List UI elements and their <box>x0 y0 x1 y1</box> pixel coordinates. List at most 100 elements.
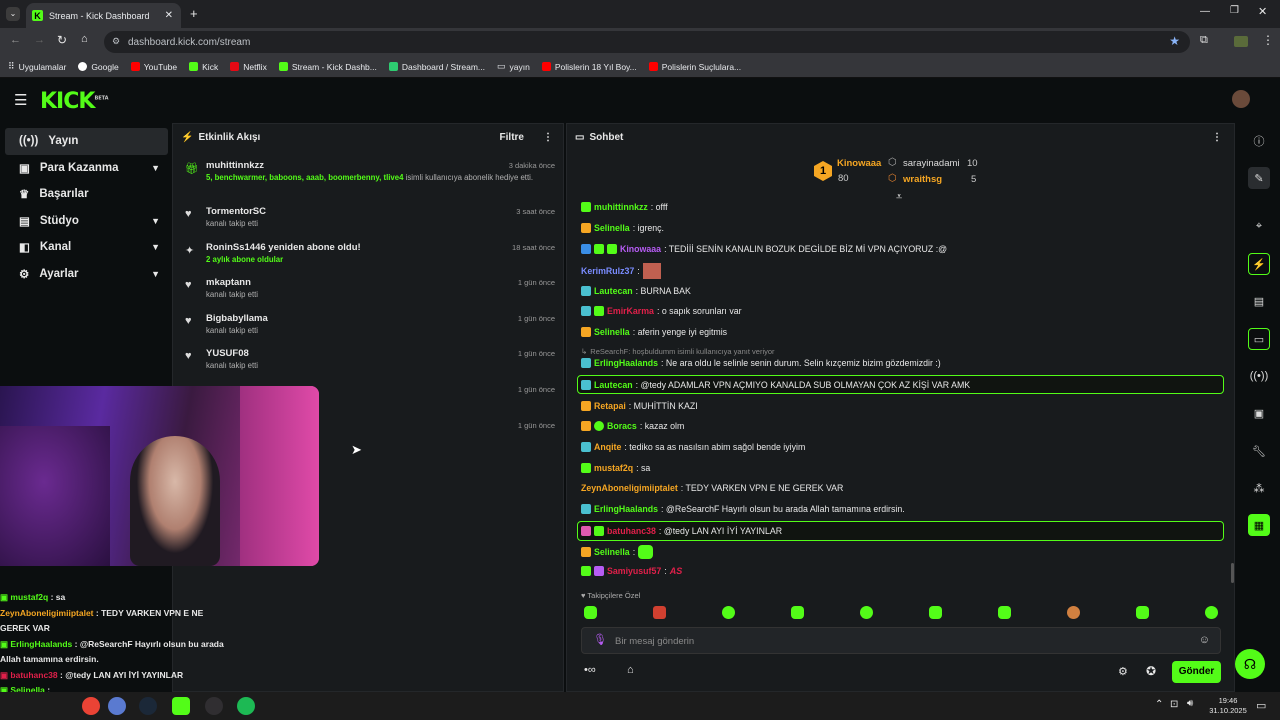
stream-manager-icon[interactable]: ▣ <box>1248 402 1270 424</box>
sidebar-item-para-kazanma[interactable]: ▣ Para Kazanma ▼ <box>5 155 168 182</box>
bookmark-apps[interactable]: ⠿ Uygulamalar <box>8 61 66 72</box>
chat-username[interactable]: batuhanc38 <box>607 526 656 536</box>
emote-icon[interactable] <box>1205 606 1218 619</box>
chat-message[interactable]: muhittinnkzz: offf <box>581 202 668 212</box>
bookmark-kick[interactable]: Kick <box>189 62 218 72</box>
emote-tab[interactable]: ♥ Takipçilere Özel <box>581 591 640 600</box>
more-options-icon[interactable]: ⋮ <box>543 132 553 143</box>
chat-username[interactable]: ErlingHaalands <box>594 358 658 368</box>
emote-icon[interactable] <box>1136 606 1149 619</box>
broadcast-icon[interactable]: ((•)) <box>1248 365 1270 387</box>
leader-name[interactable]: wraithsg <box>903 174 942 185</box>
leader-name[interactable]: sarayinadami <box>903 158 960 169</box>
clock[interactable]: 19:46 31.10.2025 <box>1203 696 1253 716</box>
emote-icon[interactable] <box>1067 606 1080 619</box>
bookmark-google[interactable]: Google <box>78 62 119 72</box>
chat-message[interactable]: Samiyusuf57: AS <box>581 566 682 576</box>
site-info-icon[interactable]: ⚙ <box>112 36 120 47</box>
points-icon[interactable]: •∞ <box>584 664 596 676</box>
chat-username[interactable]: KerimRulz37 <box>581 266 634 276</box>
wrench-icon[interactable]: 🔧︎ <box>1248 440 1270 462</box>
clip-icon[interactable]: ▦ <box>1248 514 1270 536</box>
close-window-icon[interactable]: ✕ <box>1258 5 1267 18</box>
collapse-leaderboard-icon[interactable]: ⩡ <box>896 191 902 204</box>
chat-message[interactable]: Retapai: MUHİTTİN KAZI <box>581 401 698 411</box>
app-taskbar-icon[interactable] <box>108 697 126 715</box>
spotify-taskbar-icon[interactable] <box>237 697 255 715</box>
chat-username[interactable]: ErlingHaalands <box>594 504 658 514</box>
bookmark-youtube[interactable]: YouTube <box>130 62 177 72</box>
back-icon[interactable]: ← <box>10 34 21 46</box>
tab-search-icon[interactable]: ⌄ <box>6 7 20 21</box>
forward-icon[interactable]: → <box>34 34 45 46</box>
bookmark-kick-stream[interactable]: Stream - Kick Dashb... <box>278 62 377 72</box>
avatar[interactable] <box>1232 90 1250 108</box>
sidebar-item-kanal[interactable]: ◧ Kanal ▼ <box>5 234 168 261</box>
emote-icon[interactable] <box>584 606 597 619</box>
chat-username[interactable]: Lautecan <box>594 380 633 390</box>
chat-message[interactable]: Selinella: igrenç. <box>581 223 664 233</box>
support-headset-icon[interactable]: ☊ <box>1235 649 1265 679</box>
bookmark-video-2[interactable]: Polislerin Suçlulara... <box>648 62 741 72</box>
chat-message[interactable]: Anqite: tediko sa as nasılsın abim sağol… <box>581 442 805 452</box>
menu-dots-icon[interactable]: ⋮ <box>1262 33 1274 47</box>
chat-message-highlighted[interactable]: Lautecan: @tedy ADAMLAR VPN AÇMIYO KANAL… <box>577 375 1224 394</box>
tray-chevron-icon[interactable]: ⌃ <box>1155 699 1163 710</box>
hamburger-menu-icon[interactable]: ☰ <box>14 91 27 109</box>
emote-icon[interactable] <box>998 606 1011 619</box>
chat-username[interactable]: Selinella <box>594 547 630 557</box>
reply-context[interactable]: ↳ ReSearchF: hoşbuldumm isimli kullanıcıy… <box>581 347 775 356</box>
close-tab-icon[interactable]: ✕ <box>165 10 173 21</box>
chat-message[interactable]: KerimRulz37: <box>581 263 661 279</box>
filter-button[interactable]: Filtre <box>500 132 524 143</box>
obs-taskbar-icon[interactable] <box>205 697 223 715</box>
notification-icon[interactable]: ▭ <box>1256 699 1266 712</box>
bookmark-star-icon[interactable]: ★ <box>1169 34 1180 48</box>
network-icon[interactable]: ⊡ <box>1170 699 1178 710</box>
info-icon[interactable]: ⓘ <box>1248 130 1270 152</box>
sidebar-item-yayin[interactable]: ((•)) Yayın <box>5 128 168 155</box>
activity-event[interactable]: ♥ Bigbabyllama kanalı takip etti 1 gün ö… <box>173 309 563 345</box>
chat-settings-icon[interactable]: ⚙ <box>1118 665 1128 678</box>
edit-pencil-icon[interactable]: ✎ <box>1248 167 1270 189</box>
bookmark-folder-yayin[interactable]: ▭ yayın <box>497 61 530 72</box>
activity-event[interactable]: 🎁︎ muhittinnkzz 5, benchwarmer, baboons,… <box>173 156 563 202</box>
emoji-icon[interactable]: ☺ <box>1199 634 1210 646</box>
chat-scrollbar[interactable] <box>1231 563 1234 583</box>
chat-username[interactable]: Selinella <box>594 223 630 233</box>
kick-taskbar-icon[interactable] <box>172 697 190 715</box>
gift-subs-icon[interactable]: ✪ <box>1146 664 1156 678</box>
activity-event[interactable]: ♥ TormentorSC kanalı takip etti 3 saat ö… <box>173 202 563 238</box>
chat-username[interactable]: Samiyusuf57 <box>607 566 661 576</box>
chat-message[interactable]: Lautecan: BURNA BAK <box>581 286 691 296</box>
chat-message[interactable]: Selinella: <box>581 545 654 559</box>
store-icon[interactable]: ⌂ <box>627 664 634 676</box>
bookmark-video-1[interactable]: Polislerin 18 Yıl Boy... <box>541 62 637 72</box>
new-tab-icon[interactable]: + <box>190 6 198 21</box>
chat-message[interactable]: EmirKarma: o sapık sorunları var <box>581 306 742 316</box>
sidebar-item-basarilar[interactable]: ♛ Başarılar <box>5 181 168 208</box>
chat-username[interactable]: EmirKarma <box>607 306 654 316</box>
chat-message-highlighted[interactable]: batuhanc38: @tedy LAN AYI İYİ YAYINLAR <box>577 521 1224 541</box>
chat-username[interactable]: Anqite <box>594 442 621 452</box>
emote-icon[interactable] <box>860 606 873 619</box>
screenshot-icon[interactable]: ⌖ <box>1248 215 1270 237</box>
integrations-icon[interactable]: ⁂ <box>1248 477 1270 499</box>
sidebar-item-studyo[interactable]: ▤ Stüdyo ▼ <box>5 208 168 235</box>
profile-icon[interactable] <box>1234 36 1248 47</box>
extensions-icon[interactable]: ⧉ <box>1200 34 1208 47</box>
bookmark-netflix[interactable]: Netflix <box>230 62 267 72</box>
chat-message[interactable]: mustaf2q: sa <box>581 463 650 473</box>
chat-message[interactable]: ErlingHaalands: Ne ara oldu le selinle s… <box>581 358 941 368</box>
more-options-icon[interactable]: ⋮ <box>1212 132 1222 143</box>
bookmark-dashboard[interactable]: Dashboard / Stream... <box>388 62 485 72</box>
chat-username[interactable]: mustaf2q <box>594 463 633 473</box>
chat-username[interactable]: Boracs <box>607 421 637 431</box>
chat-username[interactable]: Retapai <box>594 401 626 411</box>
restore-icon[interactable]: ❐ <box>1230 5 1239 16</box>
activity-event[interactable]: ♥ YUSUF08 kanalı takip etti 1 gün önce <box>173 344 563 380</box>
minimize-icon[interactable]: — <box>1200 6 1210 17</box>
sidebar-item-ayarlar[interactable]: ⚙ Ayarlar ▼ <box>5 261 168 288</box>
chat-message[interactable]: ZeynAboneligimiiptalet: TEDY VARKEN VPN … <box>581 483 843 493</box>
reload-icon[interactable]: ↻ <box>57 33 67 47</box>
